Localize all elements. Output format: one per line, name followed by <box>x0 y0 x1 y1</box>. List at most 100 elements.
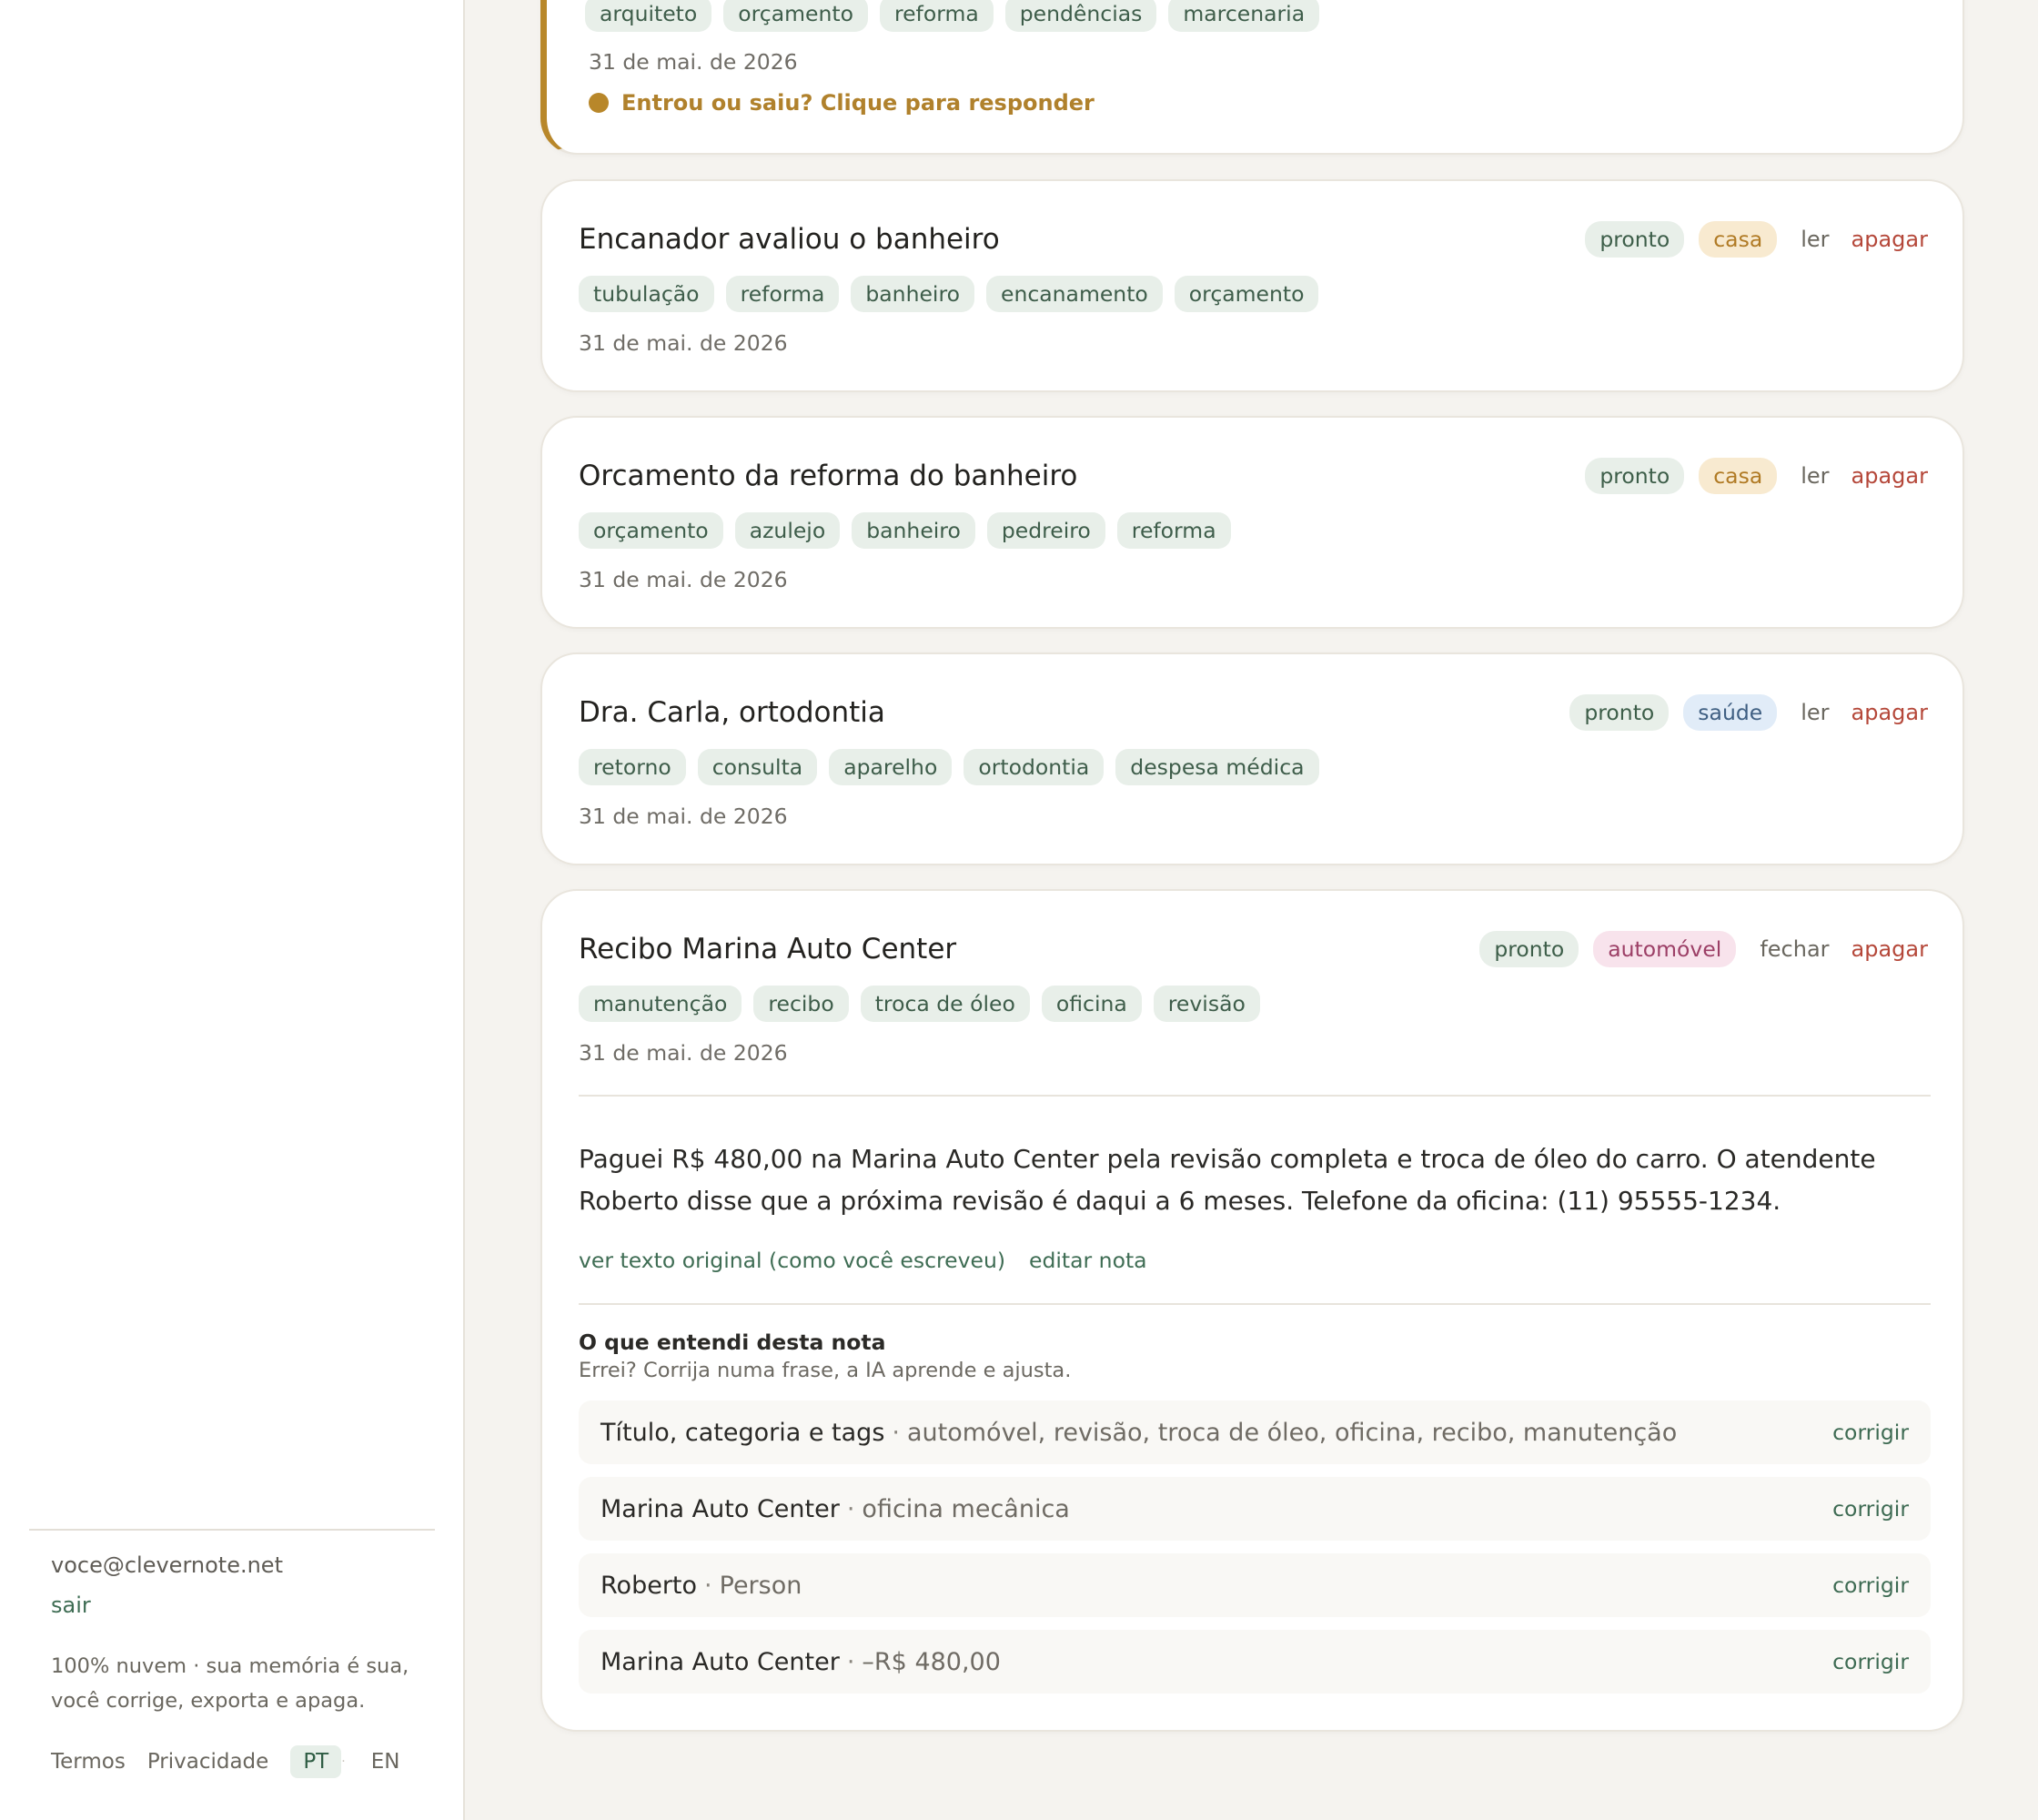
lang-pt-button[interactable]: PT <box>290 1745 342 1778</box>
note-tags: retorno consulta aparelho ortodontia des… <box>579 749 1331 785</box>
note-actions: pronto casa ler apagar <box>1585 221 1928 258</box>
category-badge[interactable]: saúde <box>1683 694 1778 731</box>
note-tags: orçamento azulejo banheiro pedreiro refo… <box>579 512 1243 549</box>
tag[interactable]: orçamento <box>723 0 868 32</box>
pending-dot-icon <box>589 93 609 113</box>
divider <box>579 1303 1931 1305</box>
note-card-expanded[interactable]: Recibo Marina Auto Center pronto automóv… <box>540 889 1964 1732</box>
note-title: Orcamento da reforma do banheiro <box>579 460 1078 492</box>
category-badge[interactable]: casa <box>1699 458 1778 494</box>
tag[interactable]: pedreiro <box>986 512 1105 549</box>
tag[interactable]: aparelho <box>829 749 953 785</box>
fix-button[interactable]: corrigir <box>1832 1572 1909 1598</box>
terms-link[interactable]: Termos <box>51 1750 126 1774</box>
fact-label: Roberto <box>600 1571 698 1600</box>
status-badge: pronto <box>1585 458 1685 494</box>
divider <box>579 1095 1931 1097</box>
account-email: voce@clevernote.net <box>51 1552 283 1578</box>
tag[interactable]: arquiteto <box>585 0 712 32</box>
tag[interactable]: banheiro <box>852 512 975 549</box>
fact-value: automóvel, revisão, troca de óleo, ofici… <box>906 1418 1678 1447</box>
status-badge: pronto <box>1479 931 1579 967</box>
fix-button[interactable]: corrigir <box>1832 1649 1909 1674</box>
delete-button[interactable]: apagar <box>1851 227 1928 252</box>
note-card[interactable]: Orcamento da reforma do banheiro pronto … <box>540 416 1964 629</box>
note-body-links: ver texto original (como você escreveu) … <box>579 1248 1171 1273</box>
tag[interactable]: orçamento <box>1174 276 1319 312</box>
fact-value: oficina mecânica <box>862 1494 1070 1523</box>
tag[interactable]: reforma <box>879 0 994 32</box>
tag[interactable]: despesa médica <box>1115 749 1319 785</box>
tag[interactable]: marcenaria <box>1168 0 1320 32</box>
note-date: 31 de mai. de 2026 <box>589 49 798 75</box>
note-title: Recibo Marina Auto Center <box>579 933 957 966</box>
fact-value: Person <box>719 1571 802 1600</box>
delete-button[interactable]: apagar <box>1851 936 1928 962</box>
tag[interactable]: pendências <box>1004 0 1157 32</box>
note-card-pending[interactable]: arquiteto orçamento reforma pendências m… <box>540 0 1964 155</box>
tag[interactable]: recibo <box>753 986 849 1022</box>
privacy-link[interactable]: Privacidade <box>147 1750 269 1774</box>
fact-separator: · <box>704 1571 712 1600</box>
tag[interactable]: azulejo <box>734 512 841 549</box>
fact-label: Marina Auto Center <box>600 1647 840 1676</box>
tag[interactable]: manutenção <box>579 986 742 1022</box>
status-badge: pronto <box>1569 694 1670 731</box>
note-actions: pronto saúde ler apagar <box>1569 694 1928 731</box>
sidebar-footer: voce@clevernote.net sair 100% nuvem · su… <box>29 1529 435 1778</box>
fact-label: Marina Auto Center <box>600 1494 840 1523</box>
pending-response-link[interactable]: Entrou ou saiu? Clique para responder <box>589 90 1095 116</box>
note-date: 31 de mai. de 2026 <box>579 804 788 829</box>
understood-subtitle: Errei? Corrija numa frase, a IA aprende … <box>579 1359 1072 1382</box>
tag[interactable]: tubulação <box>579 276 714 312</box>
tag[interactable]: troca de óleo <box>860 986 1030 1022</box>
fact-separator: · <box>892 1418 900 1447</box>
understood-row: Marina Auto Center · oficina mecânica co… <box>579 1477 1931 1541</box>
note-card[interactable]: Encanador avaliou o banheiro pronto casa… <box>540 179 1964 392</box>
tag[interactable]: encanamento <box>985 276 1163 312</box>
read-button[interactable]: ler <box>1801 700 1829 725</box>
fix-button[interactable]: corrigir <box>1832 1496 1909 1522</box>
lang-en-button[interactable]: EN <box>358 1745 413 1778</box>
note-actions: pronto automóvel fechar apagar <box>1479 931 1928 967</box>
fact-separator: · <box>846 1647 855 1676</box>
understood-row: Título, categoria e tags · automóvel, re… <box>579 1400 1931 1464</box>
signout-link[interactable]: sair <box>51 1592 91 1618</box>
note-tags: manutenção recibo troca de óleo oficina … <box>579 986 1272 1022</box>
close-button[interactable]: fechar <box>1760 936 1829 962</box>
understood-row: Roberto · Person corrigir <box>579 1553 1931 1617</box>
note-actions: pronto casa ler apagar <box>1585 458 1928 494</box>
tag[interactable]: reforma <box>725 276 840 312</box>
lang-separator: · <box>341 1754 346 1769</box>
note-date: 31 de mai. de 2026 <box>579 330 788 356</box>
category-badge[interactable]: casa <box>1699 221 1778 258</box>
view-original-link[interactable]: ver texto original (como você escreveu) <box>579 1248 1005 1273</box>
edit-note-link[interactable]: editar nota <box>1029 1248 1147 1273</box>
read-button[interactable]: ler <box>1801 227 1829 252</box>
pending-response-label: Entrou ou saiu? Clique para responder <box>621 90 1095 116</box>
tag[interactable]: reforma <box>1116 512 1231 549</box>
fact-label: Título, categoria e tags <box>600 1418 885 1447</box>
tag[interactable]: oficina <box>1041 986 1142 1022</box>
delete-button[interactable]: apagar <box>1851 463 1928 489</box>
note-title: Encanador avaliou o banheiro <box>579 223 1000 256</box>
tag[interactable]: orçamento <box>579 512 723 549</box>
note-title: Dra. Carla, ortodontia <box>579 696 885 729</box>
fix-button[interactable]: corrigir <box>1832 1420 1909 1445</box>
note-date: 31 de mai. de 2026 <box>579 567 788 592</box>
understood-list: Título, categoria e tags · automóvel, re… <box>579 1400 1931 1706</box>
tag[interactable]: revisão <box>1153 986 1260 1022</box>
footer-links: Termos Privacidade PT · EN <box>51 1745 413 1778</box>
note-tags: arquiteto orçamento reforma pendências m… <box>585 0 1331 32</box>
understood-row: Marina Auto Center · –R$ 480,00 corrigir <box>579 1630 1931 1694</box>
tag[interactable]: ortodontia <box>964 749 1105 785</box>
delete-button[interactable]: apagar <box>1851 700 1928 725</box>
understood-heading: O que entendi desta nota <box>579 1330 886 1355</box>
tag[interactable]: consulta <box>697 749 818 785</box>
tag[interactable]: banheiro <box>851 276 974 312</box>
note-tags: tubulação reforma banheiro encanamento o… <box>579 276 1330 312</box>
read-button[interactable]: ler <box>1801 463 1829 489</box>
category-badge[interactable]: automóvel <box>1593 931 1737 967</box>
note-card[interactable]: Dra. Carla, ortodontia pronto saúde ler … <box>540 652 1964 865</box>
tag[interactable]: retorno <box>579 749 686 785</box>
